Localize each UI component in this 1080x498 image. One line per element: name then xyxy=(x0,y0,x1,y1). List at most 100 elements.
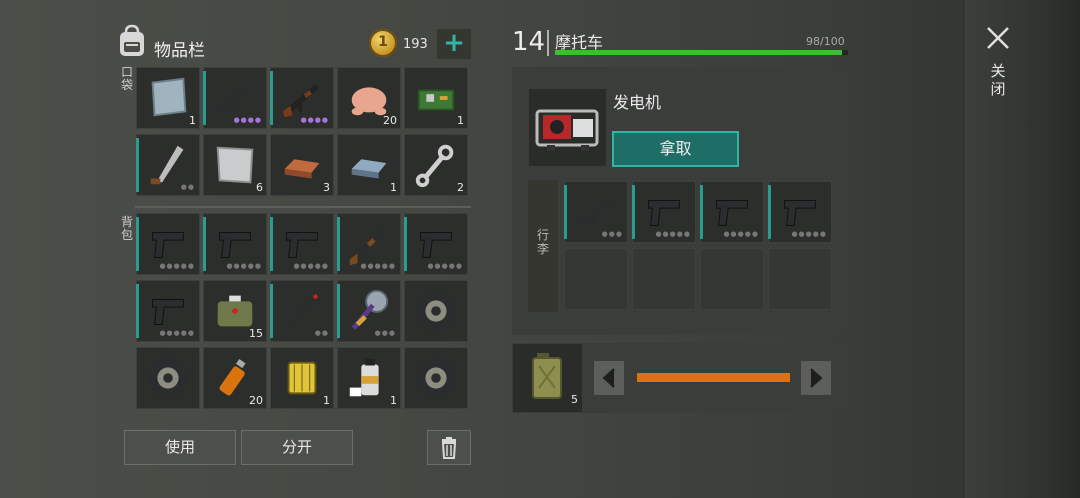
backpack-slot[interactable]: ●● xyxy=(270,280,334,342)
backpack-slot[interactable]: 15 xyxy=(203,280,267,342)
item-count: 1 xyxy=(457,114,464,127)
pocket-slot[interactable]: 6 xyxy=(203,134,267,196)
backpack-slot[interactable] xyxy=(136,347,200,409)
pocket-slot[interactable]: 1 xyxy=(404,67,468,129)
add-coins-button[interactable]: + xyxy=(437,29,471,59)
air-filter-icon xyxy=(287,361,317,395)
durability-dots: ●●●●● xyxy=(293,262,329,270)
generator-slot[interactable] xyxy=(529,89,606,166)
section-divider xyxy=(135,206,471,208)
backpack-slot[interactable]: ●●●●● xyxy=(136,213,200,275)
pocket-slot[interactable]: 2 xyxy=(404,134,468,196)
tire-icon xyxy=(147,357,189,399)
item-count: 1 xyxy=(189,114,196,127)
steel-ingot-icon xyxy=(351,159,387,179)
tire-icon xyxy=(415,357,457,399)
backpack-slot[interactable]: 1 xyxy=(270,347,334,409)
steel-plate-icon xyxy=(151,77,187,117)
durability-fill xyxy=(555,50,843,55)
pocket-slot[interactable]: 1 xyxy=(136,67,200,129)
item-count: 20 xyxy=(249,394,263,407)
pocket-slot[interactable]: 20 xyxy=(337,67,401,129)
durability-dots: ●●●●● xyxy=(159,262,195,270)
durability-dots: ●●●●● xyxy=(655,230,691,238)
durability-dots: ●● xyxy=(314,329,329,337)
trunk-slot[interactable]: ●●●●● xyxy=(768,181,832,243)
vehicle-level: 14 xyxy=(512,27,546,57)
durability-text: 98/100 xyxy=(806,35,845,48)
durability-dots: ●●●●● xyxy=(159,329,195,337)
backpack-label: 背包 xyxy=(120,215,133,242)
close-strip xyxy=(965,0,1080,498)
aluminum-plate-icon xyxy=(216,146,254,184)
durability-dots: ●●●●● xyxy=(226,262,262,270)
trunk-slot[interactable]: ●●● xyxy=(564,181,628,243)
fuel-increase-button[interactable] xyxy=(801,361,831,395)
trunk-label: 行李 xyxy=(536,228,549,256)
durability-dots: ●●●●● xyxy=(791,230,827,238)
trunk-empty-slot[interactable] xyxy=(700,248,764,310)
take-button[interactable]: 拿取 xyxy=(612,131,739,167)
backpack-slot[interactable]: ●●● xyxy=(337,280,401,342)
arrow-right-icon xyxy=(810,368,823,388)
durability-dots: ●●●●● xyxy=(360,262,396,270)
item-count: 6 xyxy=(256,181,263,194)
backpack-slot[interactable] xyxy=(404,280,468,342)
coin-count: 193 xyxy=(403,37,428,52)
level-separator xyxy=(547,30,549,56)
copper-ingot-icon xyxy=(284,159,320,179)
spray-paint-icon xyxy=(349,358,379,397)
use-button[interactable]: 使用 xyxy=(124,430,236,465)
backpack-slot[interactable] xyxy=(404,347,468,409)
backpack-icon xyxy=(120,24,144,56)
split-button[interactable]: 分开 xyxy=(241,430,353,465)
item-count: 3 xyxy=(323,181,330,194)
backpack-slot[interactable]: ●●●●● xyxy=(203,213,267,275)
wrench-icon xyxy=(415,144,454,188)
backpack-slot[interactable]: ●●●●● xyxy=(337,213,401,275)
item-count: 20 xyxy=(383,114,397,127)
trunk-empty-slot[interactable] xyxy=(768,248,832,310)
tire-icon xyxy=(415,290,457,332)
pockets-label: 口袋 xyxy=(120,65,133,92)
backpack-slot[interactable]: 20 xyxy=(203,347,267,409)
close-icon[interactable] xyxy=(984,24,1012,52)
pocket-slot[interactable]: ●● xyxy=(136,134,200,196)
fuel-slider[interactable] xyxy=(637,373,790,382)
durability-dots: ●●●● xyxy=(233,116,262,124)
durability-dots: ●●● xyxy=(601,230,623,238)
pocket-slot[interactable]: 3 xyxy=(270,134,334,196)
durability-dots: ●●●●● xyxy=(427,262,463,270)
backpack-slot[interactable]: ●●●●● xyxy=(270,213,334,275)
item-count: 1 xyxy=(390,181,397,194)
trunk-label-box: 行李 xyxy=(528,180,558,312)
item-count: 1 xyxy=(390,394,397,407)
trunk-empty-slot[interactable] xyxy=(564,248,628,310)
trunk-slot[interactable]: ●●●●● xyxy=(632,181,696,243)
backpack-slot[interactable]: 1 xyxy=(337,347,401,409)
durability-dots: ●●● xyxy=(374,329,396,337)
arrow-left-icon xyxy=(602,368,615,388)
part-name: 发电机 xyxy=(613,93,662,112)
backpack-slot[interactable]: ●●●●● xyxy=(136,280,200,342)
close-label[interactable]: 关闭 xyxy=(990,62,1006,98)
fuel-count: 5 xyxy=(571,393,578,406)
durability-dots: ●●●●● xyxy=(723,230,759,238)
durability-dots: ●●●● xyxy=(300,116,329,124)
trunk-slot[interactable]: ●●●●● xyxy=(700,181,764,243)
fuel-decrease-button[interactable] xyxy=(594,361,624,395)
item-count: 2 xyxy=(457,181,464,194)
item-count: 1 xyxy=(323,394,330,407)
coin-icon: 1 xyxy=(369,29,397,57)
circuit-board-icon xyxy=(417,89,455,111)
pocket-slot[interactable]: 1 xyxy=(337,134,401,196)
durability-bar xyxy=(555,50,848,55)
trash-icon xyxy=(441,437,457,459)
trunk-empty-slot[interactable] xyxy=(632,248,696,310)
item-count: 15 xyxy=(249,327,263,340)
pocket-slot[interactable]: ●●●● xyxy=(270,67,334,129)
backpack-slot[interactable]: ●●●●● xyxy=(404,213,468,275)
trash-button[interactable] xyxy=(427,430,471,465)
inventory-title: 物品栏 xyxy=(154,41,205,61)
pocket-slot[interactable]: ●●●● xyxy=(203,67,267,129)
